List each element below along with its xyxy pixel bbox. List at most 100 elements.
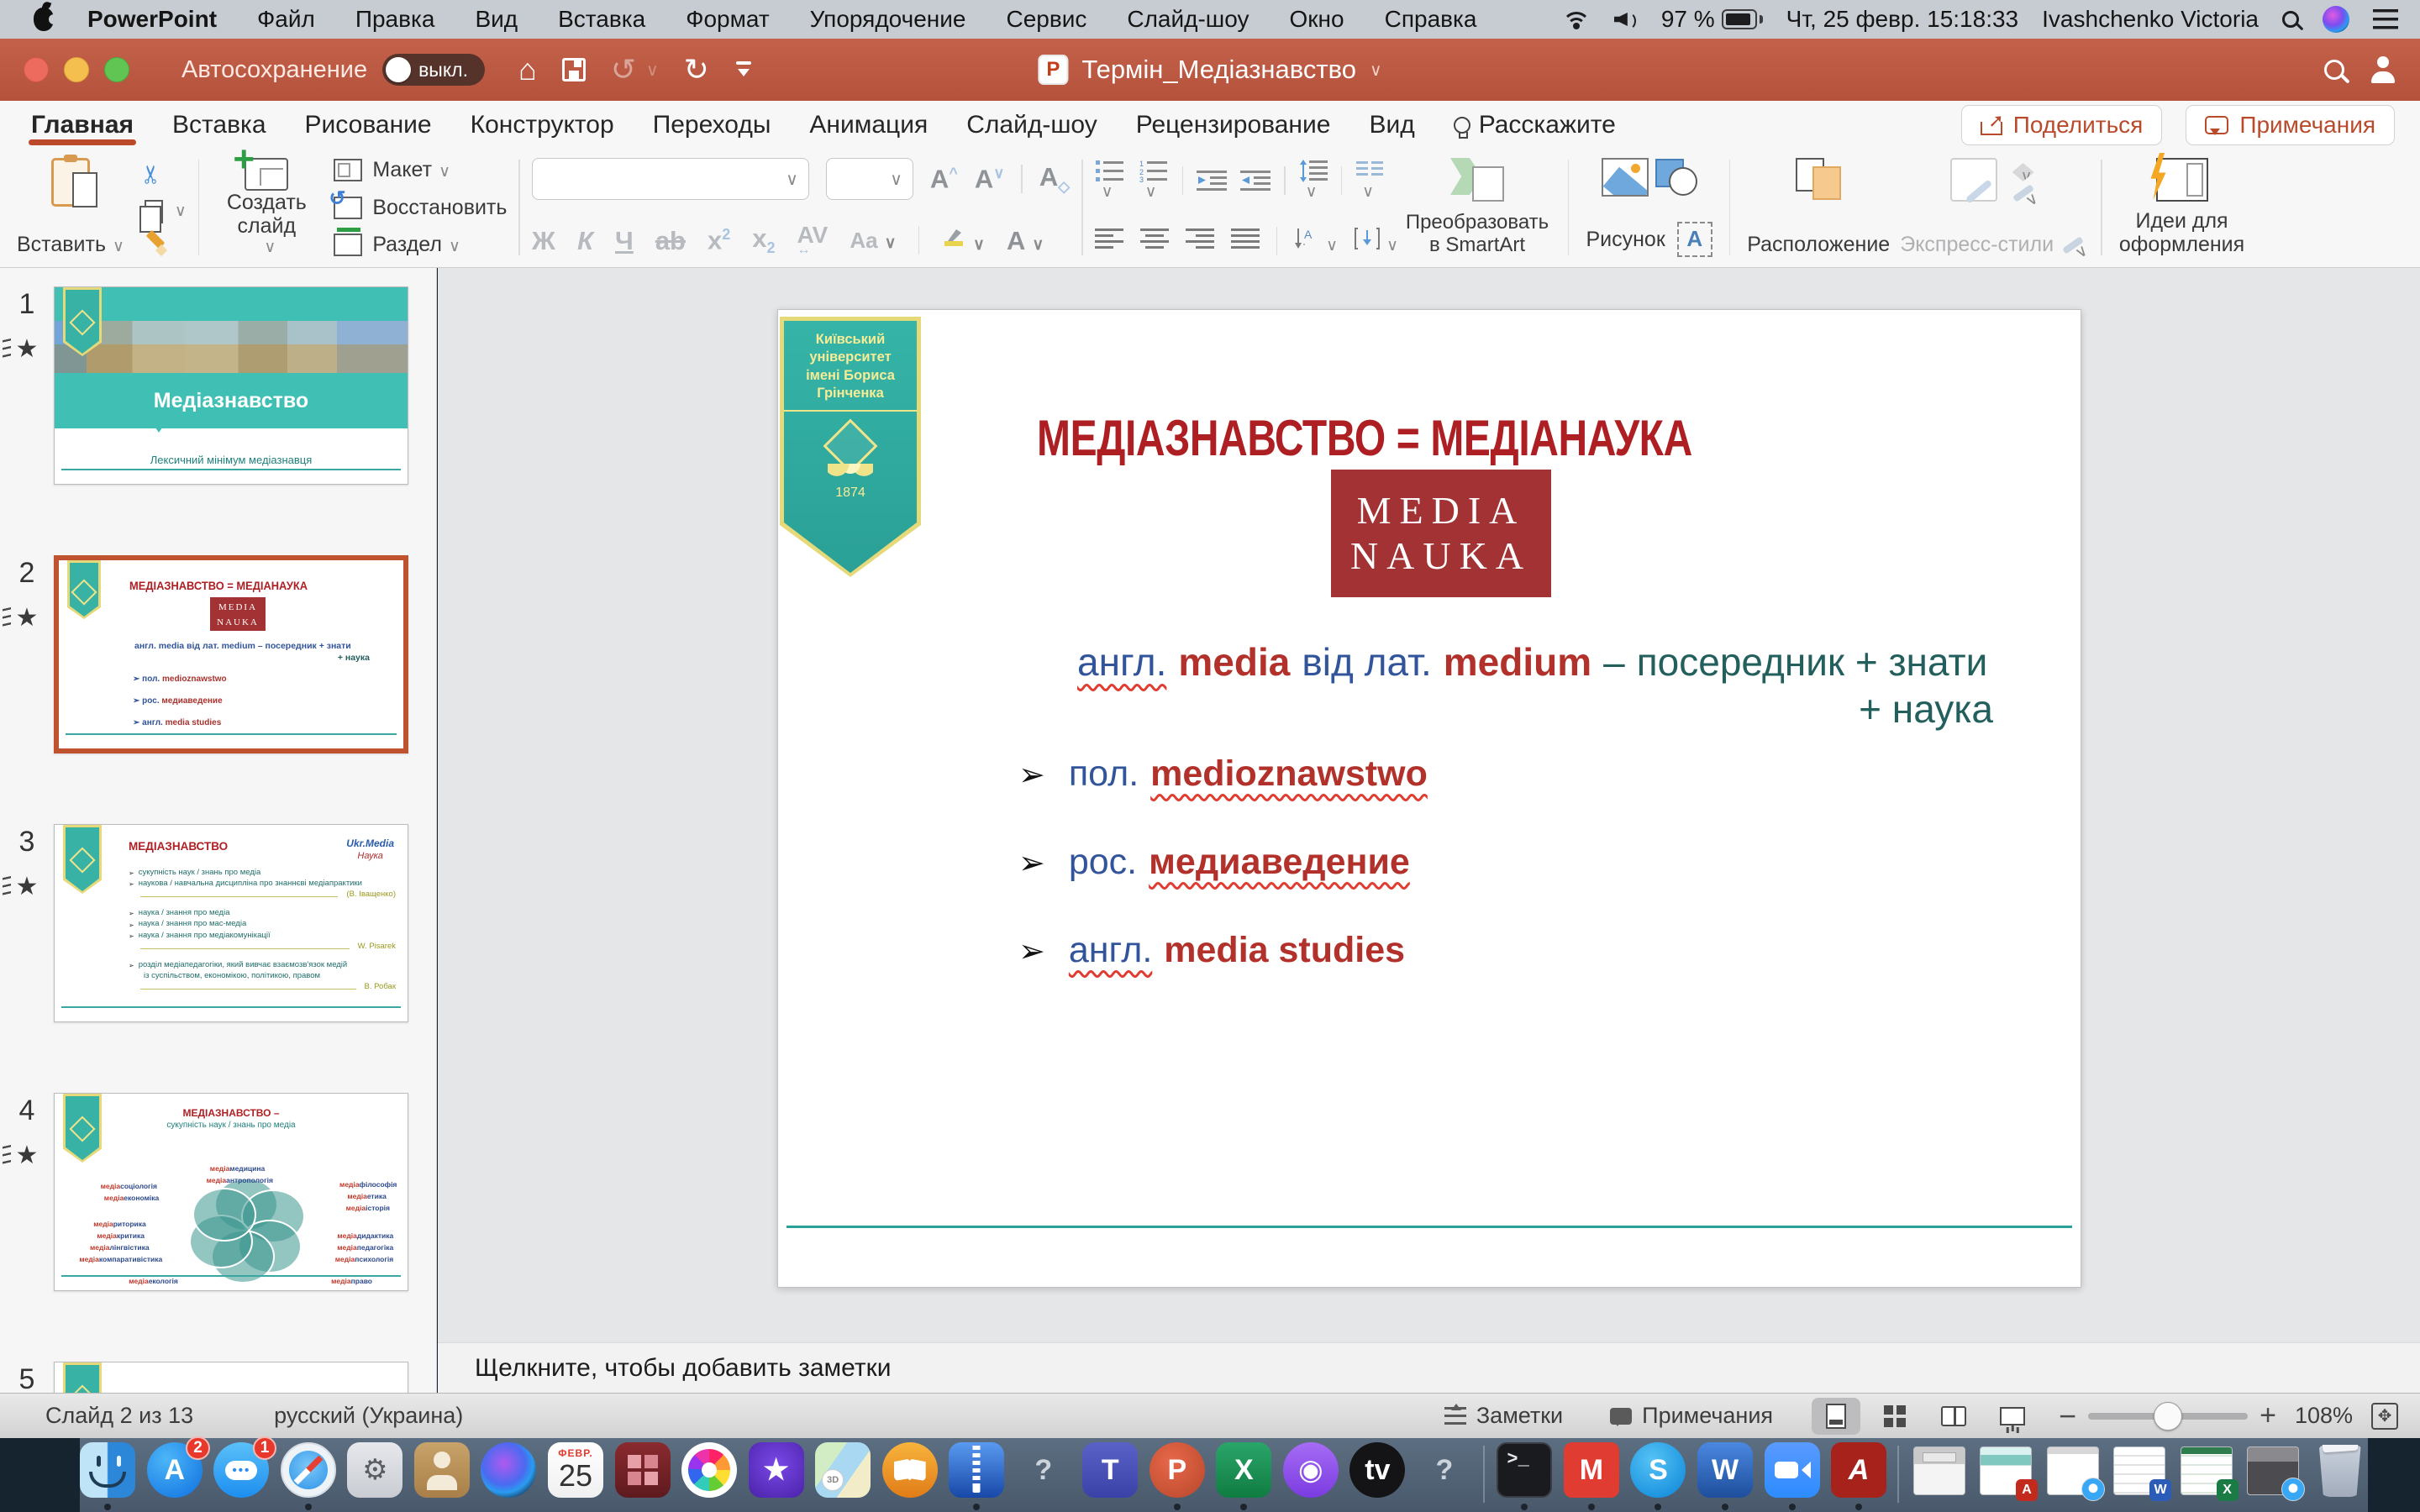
tab-draw[interactable]: Рисование — [286, 101, 451, 150]
dock-doc-preview-word[interactable]: W — [2112, 1442, 2168, 1511]
slide-thumbnail-4[interactable]: 4★ МЕДІАЗНАВСТВО – сукупність наук / зна… — [0, 1093, 436, 1291]
tab-transitions[interactable]: Переходы — [634, 101, 791, 150]
dock-unknown-app-2[interactable]: ? — [1417, 1442, 1473, 1511]
zoom-slider-knob[interactable] — [2154, 1402, 2182, 1431]
reading-view-button[interactable] — [1929, 1398, 1978, 1435]
tab-review[interactable]: Рецензирование — [1117, 101, 1350, 150]
definition-line-2[interactable]: + наука — [1859, 686, 1993, 732]
slide-thumbnail-2-selected[interactable]: 2★ МЕДІАЗНАВСТВО = МЕДІАНАУКА MEDIANAUKA… — [0, 555, 436, 753]
language-indicator[interactable]: русский (Украина) — [274, 1403, 463, 1429]
strikethrough-button[interactable]: ab — [655, 228, 686, 254]
clock[interactable]: Чт, 25 февр. 15:18:33 — [1786, 6, 2018, 33]
dock-skype[interactable]: S — [1630, 1442, 1686, 1511]
slideshow-button[interactable] — [1988, 1398, 2037, 1435]
align-center-button[interactable] — [1140, 228, 1169, 255]
dock-finder[interactable] — [80, 1442, 136, 1511]
slide-canvas[interactable]: Київський університетімені Бориса Грінче… — [777, 309, 2081, 1288]
format-painter-icon[interactable] — [145, 234, 166, 255]
align-left-button[interactable] — [1095, 228, 1123, 255]
comments-toggle[interactable]: Примечания — [1642, 1403, 1773, 1429]
dock-photos[interactable] — [681, 1442, 738, 1511]
section-button[interactable]: Раздел — [334, 233, 507, 257]
dock-siri[interactable] — [481, 1442, 537, 1511]
dock-calendar[interactable]: ФЕВР. 25 — [548, 1442, 604, 1511]
shape-outline-icon[interactable] — [2012, 184, 2034, 202]
dock-divider-1[interactable] — [1483, 1442, 1486, 1511]
font-color-button[interactable]: A — [1007, 228, 1044, 254]
menu-window[interactable]: Окно — [1270, 0, 1365, 39]
dock-doc-preview-pdf[interactable]: A — [1978, 1442, 2034, 1511]
tab-design[interactable]: Конструктор — [451, 101, 634, 150]
notification-center-icon[interactable] — [2373, 9, 2398, 29]
dock-contacts[interactable] — [414, 1442, 471, 1511]
slide-thumbnail-1[interactable]: 1★ Медіазнавство Лексичний мінімум медіа… — [0, 286, 436, 485]
media-nauka-box[interactable]: MEDIA NAUKA — [1331, 470, 1551, 597]
slide-thumbnail-panel[interactable]: 1★ Медіазнавство Лексичний мінімум медіа… — [0, 268, 437, 1393]
numbering-button[interactable]: ​123 — [1139, 160, 1169, 202]
dock-messages[interactable]: ••• 1 — [213, 1442, 270, 1511]
line-spacing-button[interactable] — [1299, 160, 1328, 202]
home-icon[interactable]: ⌂ — [518, 55, 537, 85]
siri-icon[interactable] — [2323, 6, 2349, 33]
underline-button[interactable]: Ч — [615, 228, 634, 254]
convert-to-smartart-button[interactable]: Преобразовать в SmartArt — [1398, 156, 1556, 259]
dock-divider-2[interactable] — [1897, 1442, 1900, 1511]
menu-tools[interactable]: Сервис — [986, 0, 1107, 39]
customize-toolbar-icon[interactable] — [734, 61, 753, 78]
dock-imovie[interactable]: ★ — [748, 1442, 804, 1511]
slide-sorter-view-button[interactable] — [1870, 1398, 1919, 1435]
tab-home[interactable]: Главная — [12, 101, 153, 150]
subscript-button[interactable]: x2 — [752, 225, 775, 255]
dock-teams[interactable]: T — [1082, 1442, 1139, 1511]
comments-toggle-icon[interactable] — [1610, 1408, 1632, 1425]
bullet-russian[interactable]: ➢рос.медиаведение — [1018, 842, 2030, 883]
bullet-english[interactable]: ➢англ.media studies — [1018, 930, 2030, 971]
increase-font-icon[interactable]: A^ — [930, 165, 958, 192]
design-ideas-button[interactable]: Идеи для оформления — [2114, 156, 2250, 259]
apple-menu-icon[interactable] — [34, 8, 54, 31]
superscript-button[interactable]: x2 — [708, 227, 730, 253]
dock-maps[interactable] — [815, 1442, 871, 1511]
cut-icon[interactable]: ✂ — [137, 164, 166, 185]
dock-doc-preview-excel[interactable]: X — [2178, 1442, 2234, 1511]
zoom-level[interactable]: 108% — [2295, 1403, 2353, 1429]
document-search-icon[interactable] — [2324, 60, 2344, 80]
menu-slideshow[interactable]: Слайд-шоу — [1107, 0, 1269, 39]
quick-styles-button[interactable]: Экспресс-стили — [1895, 156, 2089, 259]
italic-button[interactable]: К — [577, 228, 593, 254]
slide-thumbnail-3[interactable]: 3★ МЕДІАЗНАВСТВО Ukr.MediaНаука ➢сукупні… — [0, 824, 436, 1022]
volume-icon[interactable] — [1614, 9, 1638, 29]
dock-safari[interactable] — [281, 1442, 337, 1511]
picture-button[interactable]: РисунокA — [1581, 156, 1717, 259]
document-title[interactable]: Термін_Медіазнавство — [1081, 55, 1356, 85]
share-button[interactable]: Поделиться — [1961, 105, 2163, 145]
title-chevron-icon[interactable]: ∨ — [1370, 60, 1382, 81]
close-window-button[interactable] — [24, 57, 49, 82]
bullets-button[interactable] — [1095, 160, 1125, 202]
normal-view-button[interactable] — [1812, 1398, 1860, 1435]
dock-doc-preview-safari-2[interactable] — [2245, 1442, 2302, 1511]
highlight-button[interactable] — [941, 228, 985, 254]
account-icon[interactable] — [2370, 56, 2396, 83]
tab-animation[interactable]: Анимация — [790, 101, 947, 150]
vertical-align-button[interactable] — [1355, 227, 1398, 255]
user-menu[interactable]: Ivashchenko Victoria — [2042, 6, 2259, 33]
change-case-button[interactable]: Aa — [850, 229, 896, 251]
zoom-window-button[interactable] — [104, 57, 129, 82]
slide-title[interactable]: МЕДІАЗНАВСТВО = МЕДІАНАУКА — [1037, 409, 1692, 467]
minimize-window-button[interactable] — [64, 57, 89, 82]
bullet-polish[interactable]: ➢пол.medioznawstwo — [1018, 753, 2030, 795]
dock-books[interactable] — [881, 1442, 938, 1511]
comments-button[interactable]: Примечания — [2186, 105, 2395, 145]
text-box-icon[interactable]: A — [1677, 222, 1712, 257]
dock-powerpoint[interactable]: P — [1150, 1442, 1206, 1511]
dock-acrobat[interactable]: A — [1831, 1442, 1887, 1511]
menu-edit[interactable]: Правка — [335, 0, 455, 39]
menu-format[interactable]: Формат — [666, 0, 789, 39]
definition-line[interactable]: англ.mediaвід лат.medium–посередник + зн… — [1077, 639, 1999, 685]
font-size-combo[interactable] — [826, 158, 913, 200]
dock-system-preferences[interactable]: ⚙ — [347, 1442, 403, 1511]
dock-mendeley[interactable]: M — [1564, 1442, 1620, 1511]
menu-help[interactable]: Справка — [1365, 0, 1497, 39]
slide-editor-area[interactable]: Київський університетімені Бориса Грінче… — [438, 268, 2420, 1342]
